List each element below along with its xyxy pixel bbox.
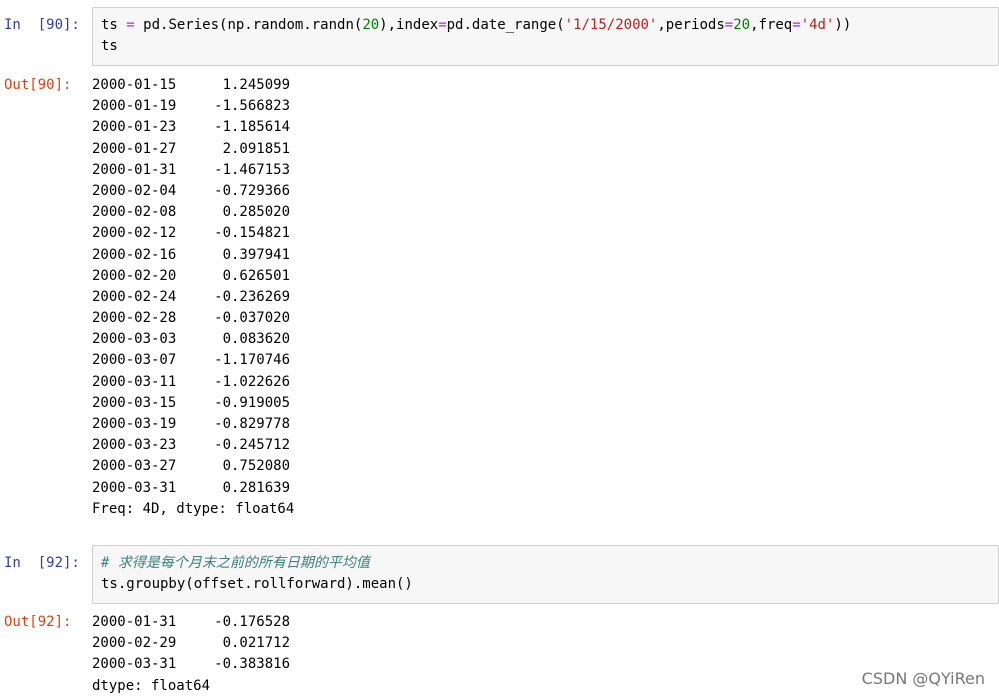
series-row: 2000-02-29 0.021712: [92, 633, 999, 654]
series-row: 2000-02-04 -0.729366: [92, 181, 999, 202]
series-index: 2000-02-28: [92, 310, 177, 327]
code-input-92[interactable]: # 求得是每个月末之前的所有日期的平均值 ts.groupby(offset.r…: [92, 545, 999, 604]
series-row: 2000-03-19 -0.829778: [92, 414, 999, 435]
series-row: 2000-01-27 2.091851: [92, 139, 999, 160]
code-token: ts: [101, 17, 127, 33]
series-index: 2000-03-03: [92, 331, 177, 348]
series-index: 2000-02-08: [92, 204, 177, 221]
series-value: 0.397941: [222, 246, 290, 263]
series-row: 2000-02-20 0.626501: [92, 266, 999, 287]
series-value: -1.467153: [214, 161, 290, 178]
series-index: 2000-01-19: [92, 98, 177, 115]
series-value: -1.185614: [214, 119, 290, 136]
output-prompt-92: Out[92]:: [4, 614, 72, 630]
code-comment: # 求得是每个月末之前的所有日期的平均值: [101, 553, 990, 574]
series-value: -1.022626: [214, 373, 290, 390]
series-row: 2000-02-28 -0.037020: [92, 308, 999, 329]
series-index: 2000-01-31: [92, 614, 177, 630]
series-row: 2000-03-11 -1.022626: [92, 372, 999, 393]
series-index: 2000-03-19: [92, 416, 177, 432]
code-token: '4d': [800, 17, 835, 33]
series-row: 2000-03-15 -0.919005: [92, 393, 999, 414]
output-prompt-90: Out[90]:: [4, 77, 72, 93]
code-token: =: [438, 17, 447, 33]
series-value: 1.245099: [222, 77, 290, 93]
code-token: '1/15/2000': [564, 17, 658, 33]
series-index: 2000-03-15: [92, 394, 177, 411]
code-input-90[interactable]: ts = pd.Series(np.random.randn(20),index…: [92, 7, 999, 66]
series-row: 2000-03-07 -1.170746: [92, 350, 999, 371]
code-token: )): [834, 17, 852, 33]
series-value: -0.729366: [214, 182, 290, 199]
code-token: 20: [733, 17, 751, 33]
output-area-90: 2000-01-15 1.245099 2000-01-19 -1.566823 200…: [92, 75, 999, 520]
comment-text: # 求得是每个月末之前的所有日期的平均值: [101, 555, 370, 571]
series-index: 2000-02-29: [92, 635, 177, 652]
input-prompt-92: In [92]:: [4, 555, 80, 571]
series-footer: Freq: 4D, dtype: float64: [92, 500, 295, 517]
series-value: 0.285020: [222, 204, 290, 221]
series-row: 2000-02-12 -0.154821: [92, 223, 999, 244]
code-line: ts: [101, 38, 118, 54]
series-index: 2000-03-11: [92, 373, 177, 390]
series-index: 2000-02-04: [92, 182, 177, 199]
series-value: 0.083620: [222, 331, 290, 348]
series-index: 2000-02-24: [92, 288, 177, 305]
series-value: -1.170746: [214, 352, 290, 369]
series-index: 2000-03-31: [92, 656, 177, 673]
series-index: 2000-02-20: [92, 267, 177, 284]
series-row: 2000-02-24 -0.236269: [92, 287, 999, 308]
code-line: ts = pd.Series(np.random.randn(20),index…: [101, 15, 990, 36]
code-token: pd.Series(np.random.randn(: [134, 17, 363, 33]
series-row: 2000-03-31 0.281639: [92, 478, 999, 499]
series-value: -0.245712: [214, 437, 290, 454]
series-row: 2000-01-31 -0.176528: [92, 612, 999, 633]
series-value: 0.626501: [222, 267, 290, 284]
series-value: -0.829778: [214, 416, 290, 432]
series-value: -0.037020: [214, 310, 290, 327]
series-index: 2000-01-23: [92, 119, 177, 136]
code-token: =: [724, 17, 734, 33]
series-value: -0.919005: [214, 394, 290, 411]
code-token: =: [792, 17, 801, 33]
series-row: 2000-03-23 -0.245712: [92, 435, 999, 456]
series-value: 0.021712: [222, 635, 290, 652]
code-token: ),index: [379, 17, 439, 33]
code-line: ts.groupby(offset.rollforward).mean(): [101, 576, 413, 592]
series-index: 2000-02-16: [92, 246, 177, 263]
code-token: ,periods: [657, 17, 725, 33]
series-row: 2000-01-31 -1.467153: [92, 160, 999, 181]
series-index: 2000-01-27: [92, 140, 177, 157]
series-value: -1.566823: [214, 98, 290, 115]
series-row: 2000-02-08 0.285020: [92, 202, 999, 223]
series-row: 2000-03-27 0.752080: [92, 456, 999, 477]
series-value: -0.154821: [214, 225, 290, 242]
series-row: 2000-03-03 0.083620: [92, 329, 999, 350]
series-row: 2000-01-15 1.245099: [92, 75, 999, 96]
series-value: -0.236269: [214, 288, 290, 305]
code-token: 20: [362, 17, 380, 33]
series-row: 2000-02-16 0.397941: [92, 245, 999, 266]
input-prompt-90: In [90]:: [4, 17, 80, 33]
series-index: 2000-03-23: [92, 437, 177, 454]
code-token: ,freq: [750, 17, 793, 33]
series-row: 2000-01-19 -1.566823: [92, 96, 999, 117]
watermark: CSDN @QYiRen: [861, 669, 985, 688]
code-token: =: [126, 17, 135, 33]
code-token: pd.date_range(: [446, 17, 565, 33]
series-index: 2000-03-31: [92, 479, 177, 496]
series-index: 2000-01-15: [92, 77, 177, 93]
series-value: -0.176528: [214, 614, 290, 630]
series-row: 2000-01-23 -1.185614: [92, 117, 999, 138]
series-index: 2000-02-12: [92, 225, 177, 242]
series-index: 2000-01-31: [92, 161, 177, 178]
series-index: 2000-03-07: [92, 352, 177, 369]
series-value: 0.281639: [222, 479, 290, 496]
series-value: 0.752080: [222, 458, 290, 475]
series-value: 2.091851: [222, 140, 290, 157]
series-index: 2000-03-27: [92, 458, 177, 475]
series-value: -0.383816: [214, 656, 290, 673]
